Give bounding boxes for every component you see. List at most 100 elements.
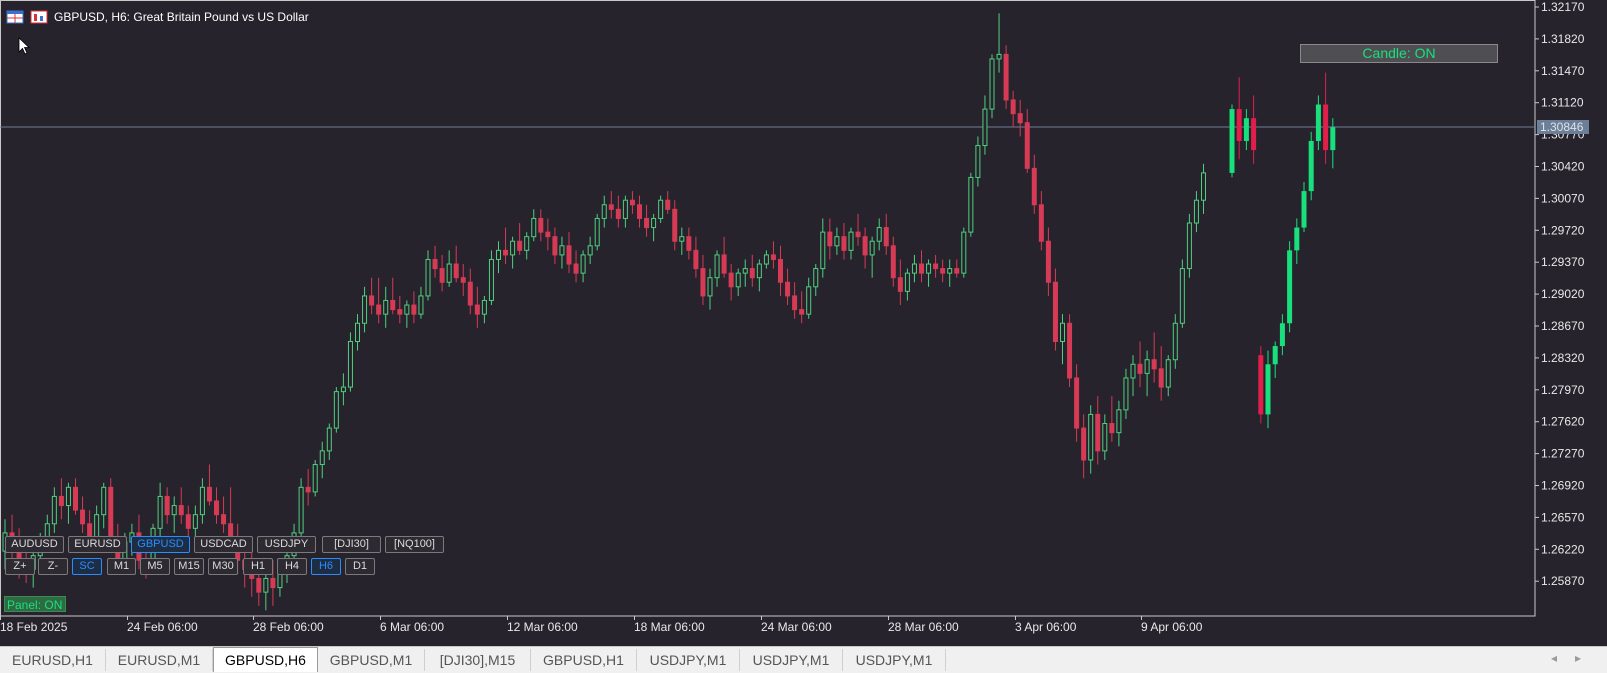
- candle-body: [1144, 359, 1150, 374]
- candle-body: [439, 268, 445, 283]
- symbol-button[interactable]: AUDUSD: [5, 536, 64, 553]
- candle-body: [813, 268, 819, 288]
- candle-body: [961, 231, 967, 274]
- symbol-button[interactable]: EURUSD: [68, 536, 127, 553]
- candle-body: [503, 249, 509, 256]
- candle-body: [411, 304, 417, 315]
- candle-body: [157, 495, 163, 529]
- timeframe-button[interactable]: SC: [72, 558, 102, 575]
- tab-eurusd-h1[interactable]: EURUSD,H1: [0, 649, 106, 671]
- tab-usdjpy-m1[interactable]: USDJPY,M1: [843, 649, 946, 671]
- candle-body: [1193, 199, 1199, 224]
- timeframe-button[interactable]: M30: [208, 558, 238, 575]
- candle-body: [474, 304, 480, 315]
- y-tick-label: 1.26220: [1541, 542, 1585, 556]
- tab-scroll-arrows[interactable]: ◂▸: [1551, 651, 1599, 665]
- candle-body: [728, 272, 734, 288]
- timeframe-button[interactable]: D1: [345, 558, 375, 575]
- chart-properties-icon[interactable]: [30, 10, 48, 24]
- candle-body: [622, 199, 628, 219]
- tab-usdjpy-m1[interactable]: USDJPY,M1: [740, 649, 843, 671]
- candle-body: [608, 204, 614, 210]
- candle-body: [460, 277, 466, 283]
- panel-toggle-button[interactable]: Panel: ON: [4, 596, 66, 612]
- candle-body: [418, 295, 424, 315]
- timeframe-button[interactable]: H6: [311, 558, 341, 575]
- x-tick-label: 24 Feb 06:00: [127, 620, 198, 634]
- current-price-label: 1.30846: [1540, 120, 1584, 134]
- symbol-button[interactable]: USDJPY: [257, 536, 316, 553]
- candle-body: [1017, 113, 1023, 124]
- timeframe-button[interactable]: H4: [277, 558, 307, 575]
- candle-body: [1067, 322, 1073, 379]
- y-tick-label: 1.29370: [1541, 255, 1585, 269]
- candle-body: [263, 577, 269, 593]
- candle-body: [778, 258, 783, 283]
- candle-body: [693, 249, 699, 270]
- candle-body: [164, 495, 170, 516]
- candle-body: [756, 263, 762, 279]
- candle-body: [1137, 363, 1143, 374]
- symbol-button[interactable]: [NQ100]: [385, 536, 444, 553]
- candle-body: [51, 495, 57, 525]
- candle-body: [1109, 423, 1115, 434]
- candle-body: [672, 208, 678, 242]
- candle-toggle-button[interactable]: Candle: ON: [1300, 44, 1498, 63]
- candle-body: [1003, 53, 1009, 101]
- candle-body: [397, 309, 403, 315]
- y-tick-label: 1.28670: [1541, 319, 1585, 333]
- candle-body: [982, 108, 988, 147]
- candle-body: [869, 240, 875, 256]
- candle-body: [496, 249, 501, 260]
- candle-body: [101, 486, 107, 516]
- candle-body: [1330, 127, 1336, 151]
- symbol-button[interactable]: [DJI30]: [322, 536, 381, 553]
- candle-body: [488, 258, 494, 301]
- timeframe-button[interactable]: Z+: [5, 558, 35, 575]
- candle-body: [185, 514, 191, 529]
- candle-body: [319, 450, 325, 466]
- candle-body: [911, 263, 917, 274]
- tab-gbpusd-m1[interactable]: GBPUSD,M1: [318, 649, 425, 671]
- candle-body: [679, 236, 685, 242]
- candle-body: [1130, 363, 1136, 379]
- x-tick-label: 24 Mar 06:00: [761, 620, 832, 634]
- tab--dji30-m15[interactable]: [DJI30],M15: [425, 649, 531, 671]
- candle-body: [749, 268, 755, 279]
- candle-body: [1236, 109, 1242, 141]
- candle-body: [333, 391, 339, 429]
- candle-body: [834, 236, 840, 247]
- chart-area[interactable]: 1.32170 1.31820 1.31470 1.31120 1.30770 1.304…: [0, 0, 1607, 646]
- candle-body: [947, 268, 953, 274]
- candle-body: [721, 254, 727, 274]
- tab-gbpusd-h1[interactable]: GBPUSD,H1: [531, 649, 637, 671]
- candle-body: [531, 217, 537, 238]
- symbol-button[interactable]: USDCAD: [194, 536, 253, 553]
- candle-body: [975, 145, 981, 178]
- candle-body: [376, 304, 382, 315]
- timeframe-button[interactable]: M15: [174, 558, 204, 575]
- x-tick-label: 18 Mar 06:00: [634, 620, 705, 634]
- timeframe-button[interactable]: M5: [140, 558, 170, 575]
- timeframe-button[interactable]: Z-: [38, 558, 68, 575]
- candle-body: [1031, 167, 1037, 206]
- tab-usdjpy-m1[interactable]: USDJPY,M1: [637, 649, 740, 671]
- tab-gbpusd-h6[interactable]: GBPUSD,H6: [213, 647, 318, 672]
- candle-body: [1287, 250, 1293, 324]
- candle-body: [1095, 413, 1101, 452]
- symbol-button[interactable]: GBPUSD: [131, 536, 190, 553]
- candle-body: [1123, 377, 1129, 411]
- candle-body: [637, 204, 642, 219]
- timeframe-button[interactable]: M1: [107, 558, 136, 575]
- y-tick-label: 1.31470: [1541, 64, 1585, 78]
- candle-body: [355, 322, 360, 342]
- table-icon[interactable]: [6, 10, 24, 24]
- candle-body: [1201, 172, 1206, 201]
- candle-body: [404, 304, 410, 315]
- candle-body: [989, 58, 995, 110]
- candle-body: [1323, 104, 1329, 151]
- tab-eurusd-m1[interactable]: EURUSD,M1: [106, 649, 213, 671]
- timeframe-button[interactable]: H1: [243, 558, 273, 575]
- x-tick-label: 6 Mar 06:00: [380, 620, 444, 634]
- candle-body: [1102, 423, 1108, 452]
